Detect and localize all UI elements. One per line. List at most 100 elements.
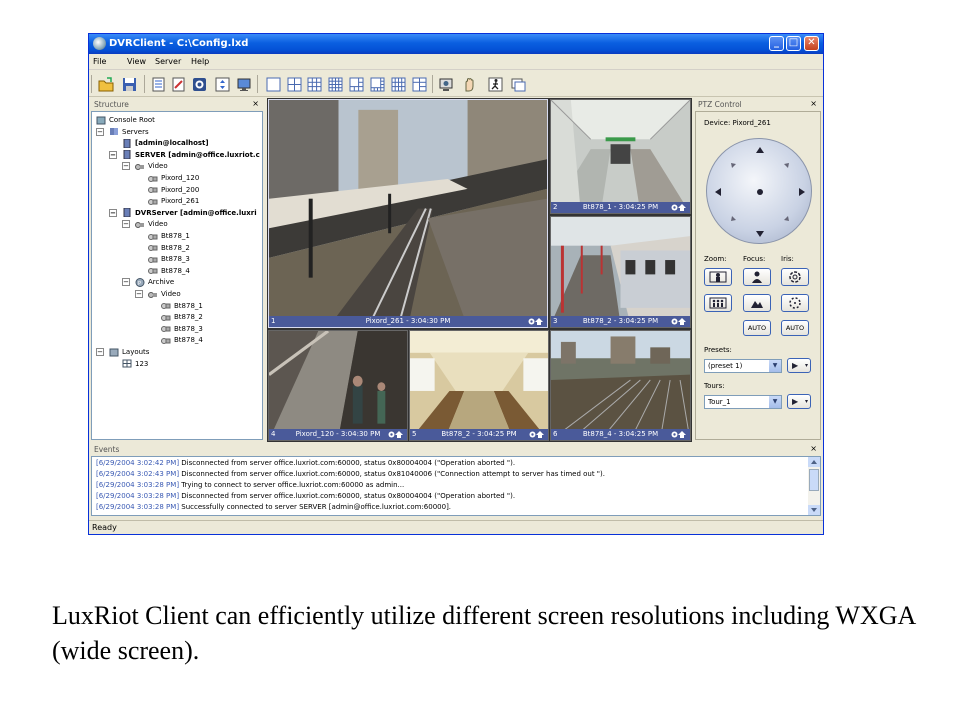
- camera-view-3[interactable]: 3 Bt878_2 - 3:04:25 PM: [550, 216, 691, 328]
- tree-node[interactable]: Bt878_1: [161, 301, 203, 311]
- open-button[interactable]: [97, 75, 115, 93]
- edit-button[interactable]: [169, 75, 187, 93]
- window-button[interactable]: [509, 75, 527, 93]
- properties-button[interactable]: [149, 75, 167, 93]
- pan-down-icon[interactable]: [755, 229, 765, 239]
- menu-server[interactable]: Server: [155, 57, 181, 66]
- tree-node[interactable]: Pixord_261: [148, 196, 199, 206]
- presets-select[interactable]: (preset 1) ▼: [704, 359, 782, 373]
- pan-upleft-icon[interactable]: [729, 161, 739, 171]
- tree-node[interactable]: Bt878_2: [161, 312, 203, 322]
- maximize-button[interactable]: □: [786, 36, 801, 51]
- iris-open-button[interactable]: [781, 268, 809, 286]
- layout-4x3-button[interactable]: [389, 75, 407, 93]
- home-icon[interactable]: [755, 187, 765, 197]
- tree-node[interactable]: Pixord_120: [148, 173, 199, 183]
- layout-3x3-button[interactable]: [305, 75, 323, 93]
- camera-status-icon[interactable]: [671, 431, 687, 438]
- dropdown-arrow-icon[interactable]: ▾: [805, 359, 808, 372]
- hand-button[interactable]: [460, 75, 478, 93]
- tree-node[interactable]: Bt878_4: [148, 266, 190, 276]
- tree-node[interactable]: − Video: [122, 219, 168, 229]
- camera-status-icon[interactable]: [388, 431, 404, 438]
- scroll-up-icon[interactable]: [808, 457, 820, 467]
- events-close-button[interactable]: ×: [810, 444, 817, 453]
- tree-node[interactable]: − Servers: [96, 127, 149, 137]
- tree-node[interactable]: − SERVER [admin@office.luxriot.c: [109, 149, 260, 160]
- zoom-out-button[interactable]: [704, 294, 732, 312]
- pan-downleft-icon[interactable]: [729, 213, 739, 223]
- pan-right-icon[interactable]: [797, 187, 807, 197]
- chevron-down-icon[interactable]: ▼: [769, 360, 781, 372]
- ptz-close-button[interactable]: ×: [810, 99, 817, 108]
- layout-1plus5-button[interactable]: [347, 75, 365, 93]
- tree-node[interactable]: Bt878_3: [148, 254, 190, 264]
- camera-view-5[interactable]: 5 Bt878_2 - 3:04:25 PM: [409, 330, 549, 441]
- close-button[interactable]: ✕: [804, 36, 819, 51]
- layout-2x2-button[interactable]: [285, 75, 303, 93]
- layout-1x1-button[interactable]: [264, 75, 282, 93]
- layout-1plus7-button[interactable]: [368, 75, 386, 93]
- tree-node[interactable]: Console Root: [96, 115, 155, 125]
- tree-node[interactable]: − Video: [135, 289, 181, 299]
- tree-node[interactable]: Bt878_1: [148, 231, 190, 241]
- structure-close-button[interactable]: ×: [252, 99, 259, 108]
- tree-expander[interactable]: −: [96, 348, 104, 356]
- camera-status-icon[interactable]: [529, 431, 545, 438]
- camera-view-1[interactable]: 1 Pixord_261 - 3:04:30 PM: [268, 99, 548, 328]
- menu-file[interactable]: File: [93, 57, 106, 66]
- camera-view-4[interactable]: 4 Pixord_120 - 3:04:30 PM: [268, 330, 408, 441]
- tree-node[interactable]: − Video: [122, 161, 168, 171]
- tree-node[interactable]: Pixord_200: [148, 185, 199, 195]
- monitor-button[interactable]: [235, 75, 253, 93]
- preset-go-button[interactable]: ▶ ▾: [787, 358, 811, 373]
- events-scrollbar[interactable]: [808, 457, 820, 515]
- zoom-in-button[interactable]: [704, 268, 732, 286]
- focus-near-button[interactable]: [743, 268, 771, 286]
- tree-node[interactable]: Bt878_3: [161, 324, 203, 334]
- iris-close-button[interactable]: [781, 294, 809, 312]
- tree-node[interactable]: [admin@localhost]: [122, 138, 209, 149]
- tree-expander[interactable]: −: [122, 162, 130, 171]
- tree-node[interactable]: Bt878_4: [161, 335, 203, 345]
- tour-play-button[interactable]: ▶ ▾: [787, 394, 811, 409]
- tree-node[interactable]: − Layouts: [96, 347, 149, 357]
- tree-node[interactable]: − P Archive: [122, 277, 174, 287]
- pan-downright-icon[interactable]: [781, 213, 791, 223]
- focus-auto-button[interactable]: AUTO: [743, 320, 771, 336]
- chevron-down-icon[interactable]: ▼: [769, 396, 781, 408]
- camera-view-2[interactable]: 2 Bt878_1 - 3:04:25 PM: [550, 99, 691, 214]
- layout-custom-button[interactable]: [410, 75, 428, 93]
- fullscreen-button[interactable]: [213, 75, 231, 93]
- pan-up-icon[interactable]: [755, 145, 765, 155]
- tree-expander[interactable]: −: [122, 220, 130, 229]
- dropdown-arrow-icon[interactable]: ▾: [805, 395, 808, 408]
- layout-4x4-button[interactable]: [326, 75, 344, 93]
- focus-far-button[interactable]: [743, 294, 771, 312]
- pan-upright-icon[interactable]: [781, 161, 791, 171]
- menu-help[interactable]: Help: [191, 57, 209, 66]
- structure-tree[interactable]: Console Root − Servers [admin@localhost] − SE…: [91, 111, 263, 440]
- ptz-joystick[interactable]: [706, 138, 812, 244]
- camera-status-icon[interactable]: [528, 318, 544, 325]
- tree-expander[interactable]: −: [109, 208, 117, 217]
- tree-node[interactable]: − DVRServer [admin@office.luxri: [109, 207, 257, 218]
- events-log[interactable]: [6/29/2004 3:02:42 PM] Disconnected from…: [91, 456, 821, 516]
- tours-select[interactable]: Tour_1 ▼: [704, 395, 782, 409]
- scroll-down-icon[interactable]: [808, 505, 820, 515]
- title-bar[interactable]: DVRClient - C:\Config.lxd _ □ ✕: [89, 34, 823, 54]
- camera-view-6[interactable]: 6 Bt878_4 - 3:04:25 PM: [550, 330, 691, 441]
- minimize-button[interactable]: _: [769, 36, 784, 51]
- iris-auto-button[interactable]: AUTO: [781, 320, 809, 336]
- menu-view[interactable]: View: [127, 57, 146, 66]
- tree-node[interactable]: 123: [122, 359, 148, 369]
- record-button[interactable]: [190, 75, 208, 93]
- camera-status-icon[interactable]: [671, 318, 687, 325]
- tree-expander[interactable]: −: [122, 278, 130, 287]
- tree-node[interactable]: Bt878_2: [148, 243, 190, 253]
- tree-expander[interactable]: −: [109, 150, 117, 159]
- tree-expander[interactable]: −: [135, 290, 143, 298]
- camera-status-icon[interactable]: [671, 204, 687, 211]
- save-button[interactable]: [120, 75, 138, 93]
- motion-button[interactable]: [486, 75, 504, 93]
